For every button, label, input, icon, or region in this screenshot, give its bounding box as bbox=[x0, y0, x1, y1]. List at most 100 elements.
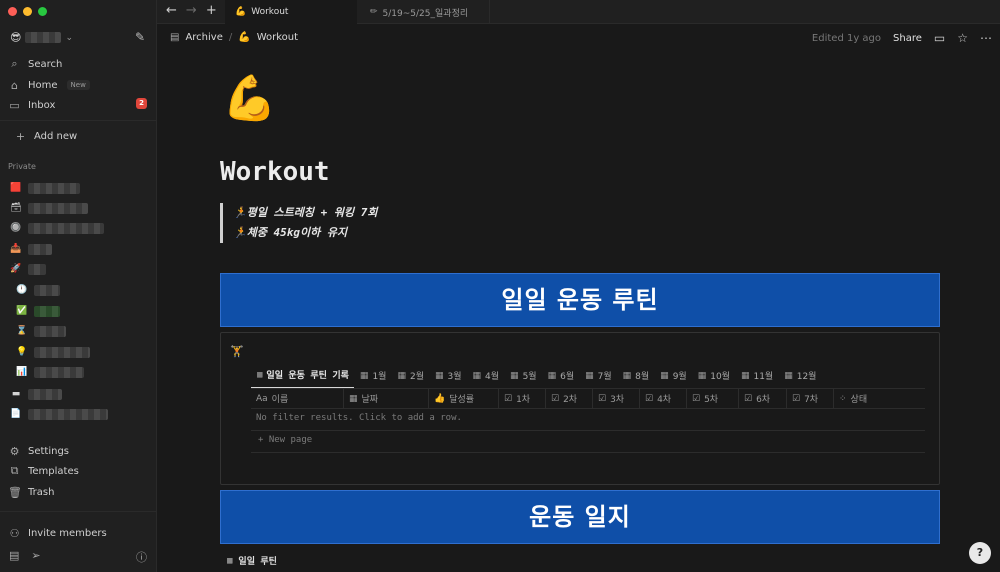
history-nav: ← → + bbox=[166, 4, 217, 18]
star-icon[interactable]: ☆ bbox=[957, 31, 968, 45]
view-tab-label: 5월 bbox=[522, 372, 537, 382]
sidebar-page[interactable]: 📄 bbox=[10, 406, 108, 422]
view-tab-label: 8월 bbox=[635, 372, 650, 382]
view-tab-month[interactable]: ▦ 9월 bbox=[654, 366, 692, 389]
linked-page-label: 일일 루틴 bbox=[238, 557, 277, 567]
empty-results-message[interactable]: No filter results. Click to add a row. bbox=[256, 413, 462, 423]
minimize-window-button[interactable] bbox=[23, 7, 32, 16]
sidebar-page[interactable]: 📥 bbox=[10, 241, 52, 257]
more-options-icon[interactable]: ⋯ bbox=[980, 31, 992, 45]
help-circle-icon[interactable]: ⓘ bbox=[136, 549, 147, 565]
sidebar-page[interactable]: 📊 bbox=[16, 364, 84, 380]
table-view-icon: ▦ bbox=[547, 370, 557, 381]
page-title-redacted bbox=[28, 388, 62, 400]
sidebar-home[interactable]: ⌂ Home New bbox=[8, 76, 90, 94]
page-icon: ▬ bbox=[11, 389, 21, 399]
help-button[interactable]: ? bbox=[969, 542, 991, 564]
column-header[interactable]: ☑ 3차 bbox=[593, 389, 640, 408]
page-title-redacted bbox=[28, 182, 80, 194]
sidebar-page[interactable]: ✅ bbox=[16, 303, 60, 319]
column-type-icon: ⁘ bbox=[839, 393, 847, 404]
trash-label: Trash bbox=[28, 486, 55, 498]
view-tab-month[interactable]: ▦ 5월 bbox=[504, 366, 542, 389]
gear-icon: ⚙ bbox=[9, 444, 20, 458]
sidebar-settings[interactable]: ⚙ Settings bbox=[8, 442, 69, 460]
view-tab-month[interactable]: ▦ 1월 bbox=[354, 366, 392, 389]
view-tab-label: 12월 bbox=[796, 372, 817, 382]
linked-page-daily-routine[interactable]: ▦ 일일 루틴 bbox=[227, 554, 277, 568]
sidebar-page[interactable]: ▬ bbox=[10, 386, 62, 402]
column-header[interactable]: ☑ 6차 bbox=[739, 389, 787, 408]
column-header[interactable]: Aa 이름 bbox=[251, 389, 344, 408]
view-tab-main[interactable]: ▦ 일일 운동 루틴 기록 bbox=[251, 366, 354, 389]
table-view-icon: ▦ bbox=[622, 370, 632, 381]
tab-label: Workout bbox=[251, 7, 289, 17]
column-header[interactable]: ☑ 7차 bbox=[787, 389, 834, 408]
page-title-redacted bbox=[34, 305, 60, 317]
back-arrow-icon[interactable]: ← bbox=[166, 4, 177, 18]
column-header[interactable]: ☑ 5차 bbox=[687, 389, 739, 408]
sidebar-page[interactable]: 🔘 bbox=[10, 220, 104, 236]
forward-arrow-icon[interactable]: → bbox=[186, 4, 197, 18]
view-tab-month[interactable]: ▦ 3월 bbox=[429, 366, 467, 389]
column-header[interactable]: ⁘ 상태 bbox=[834, 389, 925, 408]
page-icon: 📥 bbox=[10, 244, 22, 254]
column-header[interactable]: ☑ 4차 bbox=[640, 389, 687, 408]
view-tab-label: 6월 bbox=[560, 372, 575, 382]
quote-line: 🏃평일 스트레칭 + 워킹 7회 bbox=[233, 206, 378, 219]
column-type-icon: ▦ bbox=[349, 393, 358, 404]
column-header[interactable]: ☑ 2차 bbox=[546, 389, 593, 408]
page-title[interactable]: Workout bbox=[220, 157, 330, 187]
add-new-button[interactable]: + Add new bbox=[14, 127, 77, 145]
sidebar-page[interactable]: 💡 bbox=[16, 344, 90, 360]
column-header[interactable]: 👍 달성률 bbox=[429, 389, 499, 408]
templates-label: Templates bbox=[28, 465, 79, 477]
column-header[interactable]: ☑ 1차 bbox=[499, 389, 546, 408]
sidebar-templates[interactable]: ⧉ Templates bbox=[8, 462, 79, 480]
column-header[interactable]: ▦ 날짜 bbox=[344, 389, 429, 408]
pencil-icon: ✏ bbox=[370, 7, 378, 17]
page-title-redacted bbox=[34, 366, 84, 378]
view-tab-month[interactable]: ▦ 11월 bbox=[735, 366, 778, 389]
new-page-compose-icon[interactable]: ✎ bbox=[135, 31, 147, 43]
add-new-label: Add new bbox=[34, 130, 78, 142]
column-header-label: 1차 bbox=[516, 395, 531, 405]
sidebar-trash[interactable]: 🗑 Trash bbox=[8, 483, 54, 501]
new-tab-plus-icon[interactable]: + bbox=[206, 4, 217, 18]
search-icon: ⌕ bbox=[11, 57, 18, 70]
send-icon[interactable]: ➢ bbox=[31, 549, 40, 565]
tab-daily-summary[interactable]: ✏ 5/19~5/25_일과정리 bbox=[360, 0, 490, 24]
breadcrumb-separator: / bbox=[228, 32, 233, 43]
sidebar-page[interactable]: 🕛 bbox=[16, 282, 60, 298]
view-tab-month[interactable]: ▦ 10월 bbox=[692, 366, 735, 389]
sidebar-search[interactable]: ⌕ Search bbox=[8, 55, 62, 73]
view-tab-month[interactable]: ▦ 2월 bbox=[391, 366, 429, 389]
invite-members-button[interactable]: ⚇ Invite members bbox=[8, 524, 107, 542]
zoom-window-button[interactable] bbox=[38, 7, 47, 16]
sidebar: 😎 ⌄ ✎ ⌕ Search ⌂ Home New ▭ Inbox 2 + Ad… bbox=[0, 0, 157, 572]
column-header-label: 7차 bbox=[804, 395, 819, 405]
breadcrumb-workout[interactable]: Workout bbox=[257, 32, 298, 43]
sidebar-page[interactable]: 🚀 bbox=[10, 261, 46, 277]
sidebar-page[interactable]: ⌛ bbox=[16, 323, 66, 339]
sidebar-page[interactable]: 🗃 bbox=[10, 200, 88, 216]
sidebar-inbox[interactable]: ▭ Inbox bbox=[8, 96, 55, 114]
comment-icon[interactable]: ▭ bbox=[934, 31, 945, 45]
view-tab-month[interactable]: ▦ 6월 bbox=[542, 366, 580, 389]
share-button[interactable]: Share bbox=[893, 33, 922, 44]
sidebar-page[interactable]: 🟥 bbox=[10, 180, 80, 196]
breadcrumb-archive[interactable]: Archive bbox=[185, 32, 222, 43]
quote-block[interactable]: 🏃평일 스트레칭 + 워킹 7회 🏃체중 45kg이하 유지 bbox=[220, 203, 378, 243]
view-tab-month[interactable]: ▦ 8월 bbox=[617, 366, 655, 389]
column-type-icon: ☑ bbox=[645, 393, 654, 404]
workspace-switcher[interactable]: 😎 ⌄ bbox=[10, 31, 73, 44]
tab-workout[interactable]: 💪 Workout bbox=[225, 0, 357, 24]
table-view-icon: ▦ bbox=[472, 370, 482, 381]
view-tab-month[interactable]: ▦ 12월 bbox=[778, 366, 821, 389]
calendar-icon[interactable]: ▤ bbox=[9, 549, 19, 565]
close-window-button[interactable] bbox=[8, 7, 17, 16]
view-tab-month[interactable]: ▦ 7월 bbox=[579, 366, 617, 389]
view-tab-month[interactable]: ▦ 4월 bbox=[467, 366, 505, 389]
new-page-button[interactable]: + New page bbox=[258, 435, 312, 445]
page-emoji-icon[interactable]: 💪 bbox=[222, 74, 277, 124]
